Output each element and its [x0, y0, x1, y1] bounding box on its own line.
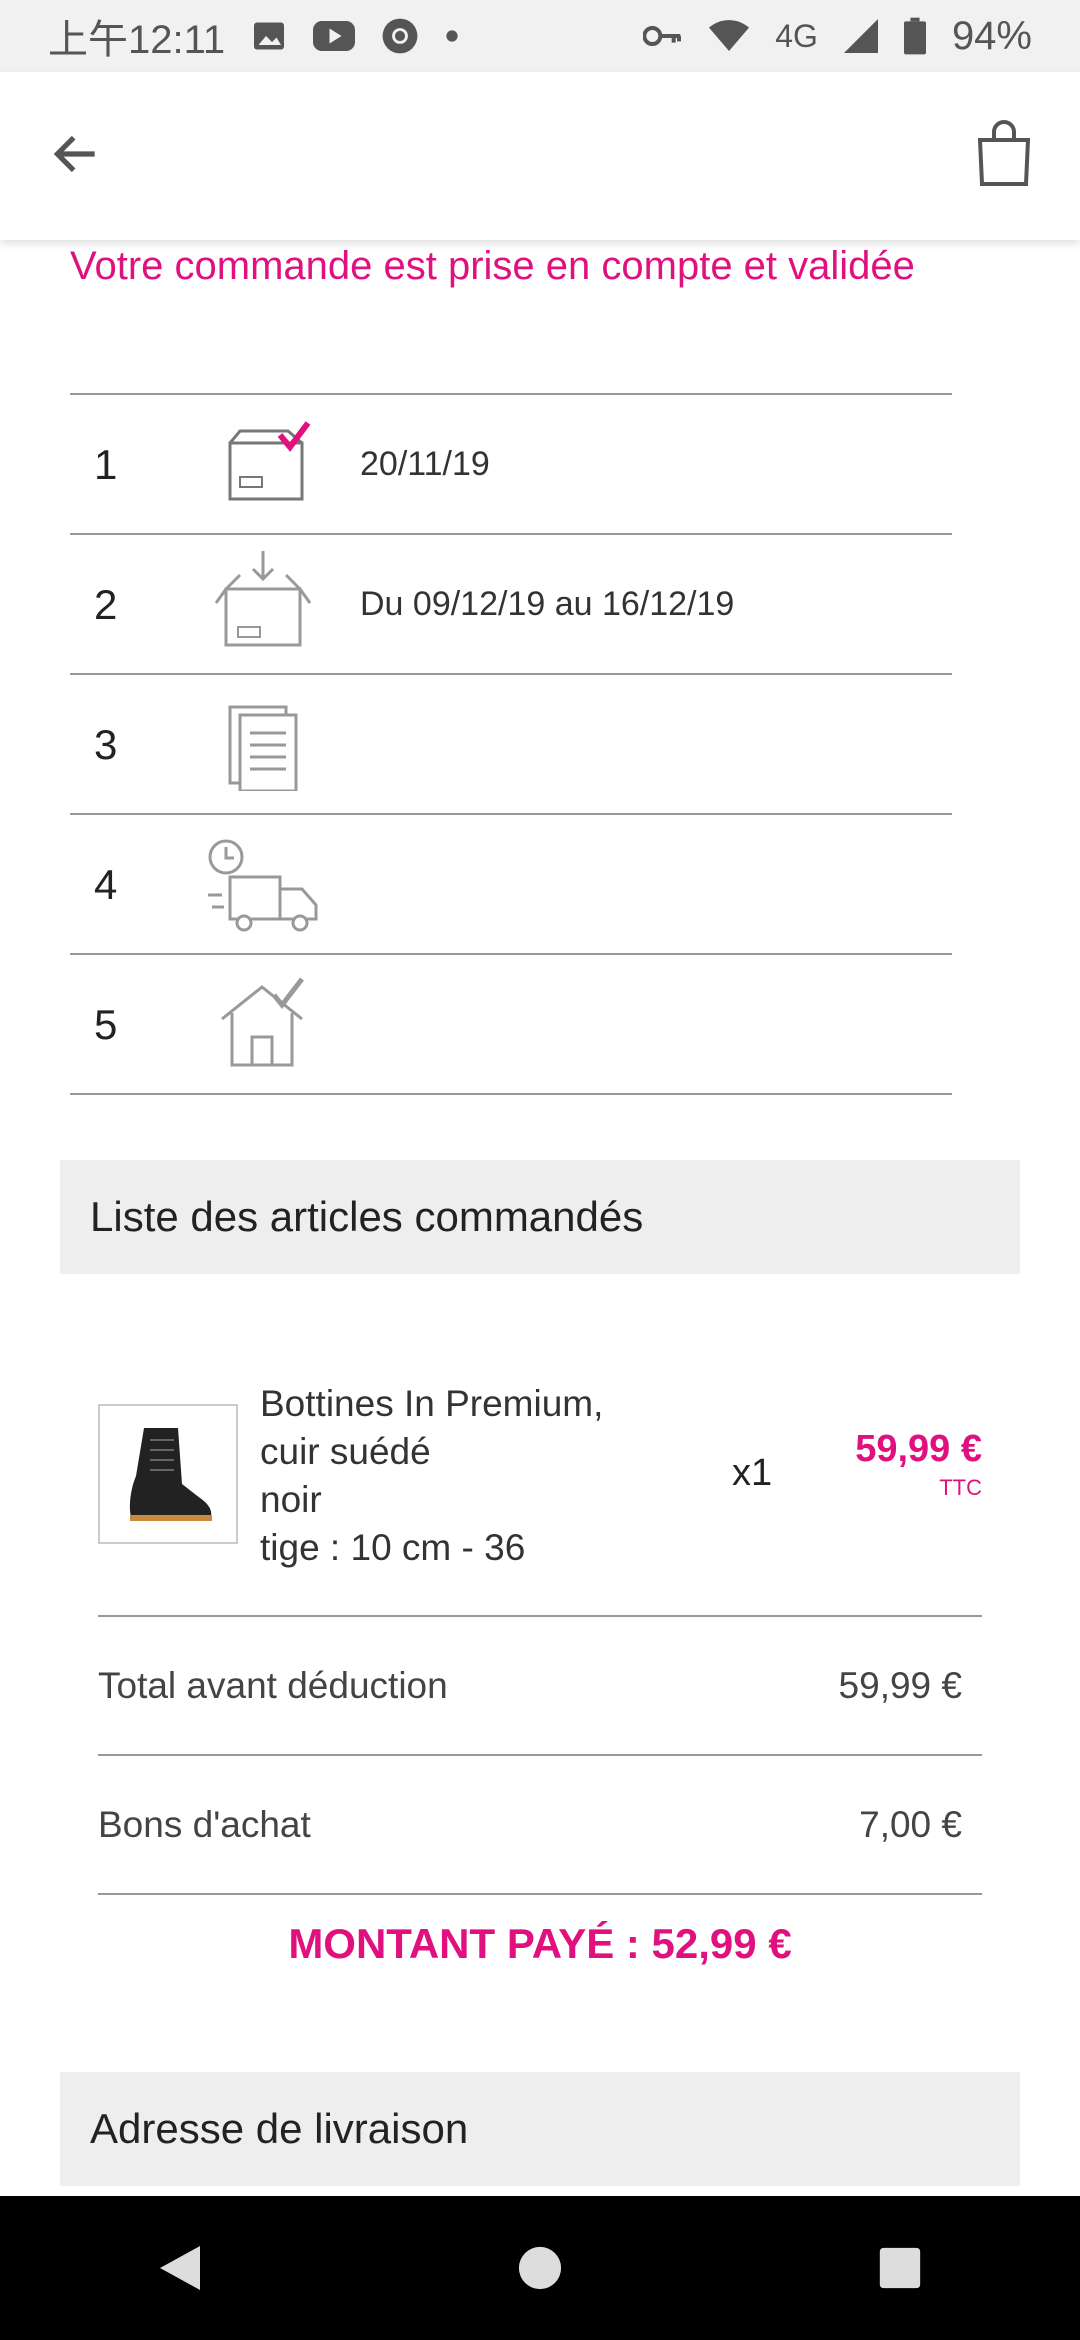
total-before-row: Total avant déduction 59,99 €	[98, 1656, 982, 1716]
product-details: Bottines In Premium, cuir suédé noir tig…	[260, 1380, 603, 1572]
delivery-section-header[interactable]: Adresse de livraison	[60, 2072, 1020, 2186]
product-price: 59,99 € TTC	[855, 1428, 982, 1501]
step-date: 20/11/19	[360, 445, 490, 483]
step-number: 1	[94, 441, 118, 488]
amount-paid: MONTANT PAYÉ : 52,99 €	[288, 1920, 792, 1967]
battery-icon	[903, 17, 926, 55]
order-step: 5	[70, 953, 952, 1095]
price-value: 59,99 €	[855, 1428, 982, 1470]
network-type: 4G	[775, 17, 818, 54]
boot-image	[129, 1428, 212, 1521]
step-number: 5	[94, 1001, 118, 1048]
nav-home-button[interactable]	[510, 2238, 570, 2298]
order-step: 2 Du 09/12/19 au 16/12/19	[70, 533, 952, 673]
back-button[interactable]	[48, 126, 112, 190]
step-date: Du 09/12/19 au 16/12/19	[360, 585, 735, 623]
youtube-icon	[313, 20, 356, 52]
box-check-icon	[228, 421, 311, 501]
shopping-bag-icon	[977, 120, 1031, 186]
triangle-back-icon	[160, 2246, 200, 2290]
order-item: Bottines In Premium, cuir suédé noir tig…	[98, 1380, 982, 1600]
box-incoming-icon	[214, 551, 312, 647]
voucher-label: Bons d'achat	[98, 1804, 311, 1845]
product-size: tige : 10 cm - 36	[260, 1527, 526, 1568]
articles-section-header: Liste des articles commandés	[60, 1160, 1020, 1274]
voucher-value: 7,00 €	[859, 1804, 962, 1845]
app-header	[0, 72, 1080, 240]
key-icon	[643, 24, 683, 48]
circle-home-icon	[518, 2246, 562, 2290]
square-recents-icon	[879, 2247, 921, 2289]
image-icon	[251, 18, 287, 54]
product-color: noir	[260, 1479, 322, 1520]
order-steps: 1 20/11/19 2 Du 09/12/19 au 16/12/19 3 4	[70, 393, 952, 1095]
order-step: 1 20/11/19	[70, 393, 952, 533]
total-before-value: 59,99 €	[838, 1665, 962, 1706]
house-check-icon	[221, 977, 304, 1067]
section-title: Adresse de livraison	[90, 2105, 469, 2152]
status-time: 上午12:11	[48, 18, 226, 62]
voucher-row: Bons d'achat 7,00 €	[98, 1795, 982, 1855]
order-confirmation-text: Votre commande est prise en compte et va…	[70, 244, 915, 288]
status-bar: 上午12:11 4G 94%	[0, 0, 1080, 72]
divider	[98, 1754, 982, 1756]
divider	[98, 1615, 982, 1617]
notification-dot-icon	[445, 29, 459, 43]
chrome-icon	[381, 17, 419, 55]
total-before-label: Total avant déduction	[98, 1665, 448, 1706]
wifi-icon	[709, 19, 750, 53]
step-number: 3	[94, 721, 118, 768]
step-number: 2	[94, 581, 118, 628]
documents-icon	[228, 705, 298, 791]
order-step: 3	[70, 673, 952, 813]
arrow-left-icon	[53, 135, 95, 173]
divider	[98, 1893, 982, 1895]
battery-level: 94%	[951, 13, 1032, 58]
product-thumbnail	[98, 1404, 238, 1544]
price-tax-label: TTC	[939, 1475, 982, 1500]
product-name-line2: cuir suédé	[260, 1431, 431, 1472]
order-step: 4	[70, 813, 952, 953]
navigation-bar	[0, 2196, 1080, 2340]
nav-back-button[interactable]	[150, 2238, 210, 2298]
section-title: Liste des articles commandés	[90, 1193, 644, 1240]
product-quantity: x1	[732, 1452, 773, 1494]
product-name-line1: Bottines In Premium,	[260, 1383, 604, 1424]
cart-button[interactable]	[974, 120, 1038, 192]
nav-recents-button[interactable]	[870, 2238, 930, 2298]
step-number: 4	[94, 861, 118, 908]
signal-icon	[843, 19, 878, 53]
delivery-truck-icon	[208, 839, 318, 932]
